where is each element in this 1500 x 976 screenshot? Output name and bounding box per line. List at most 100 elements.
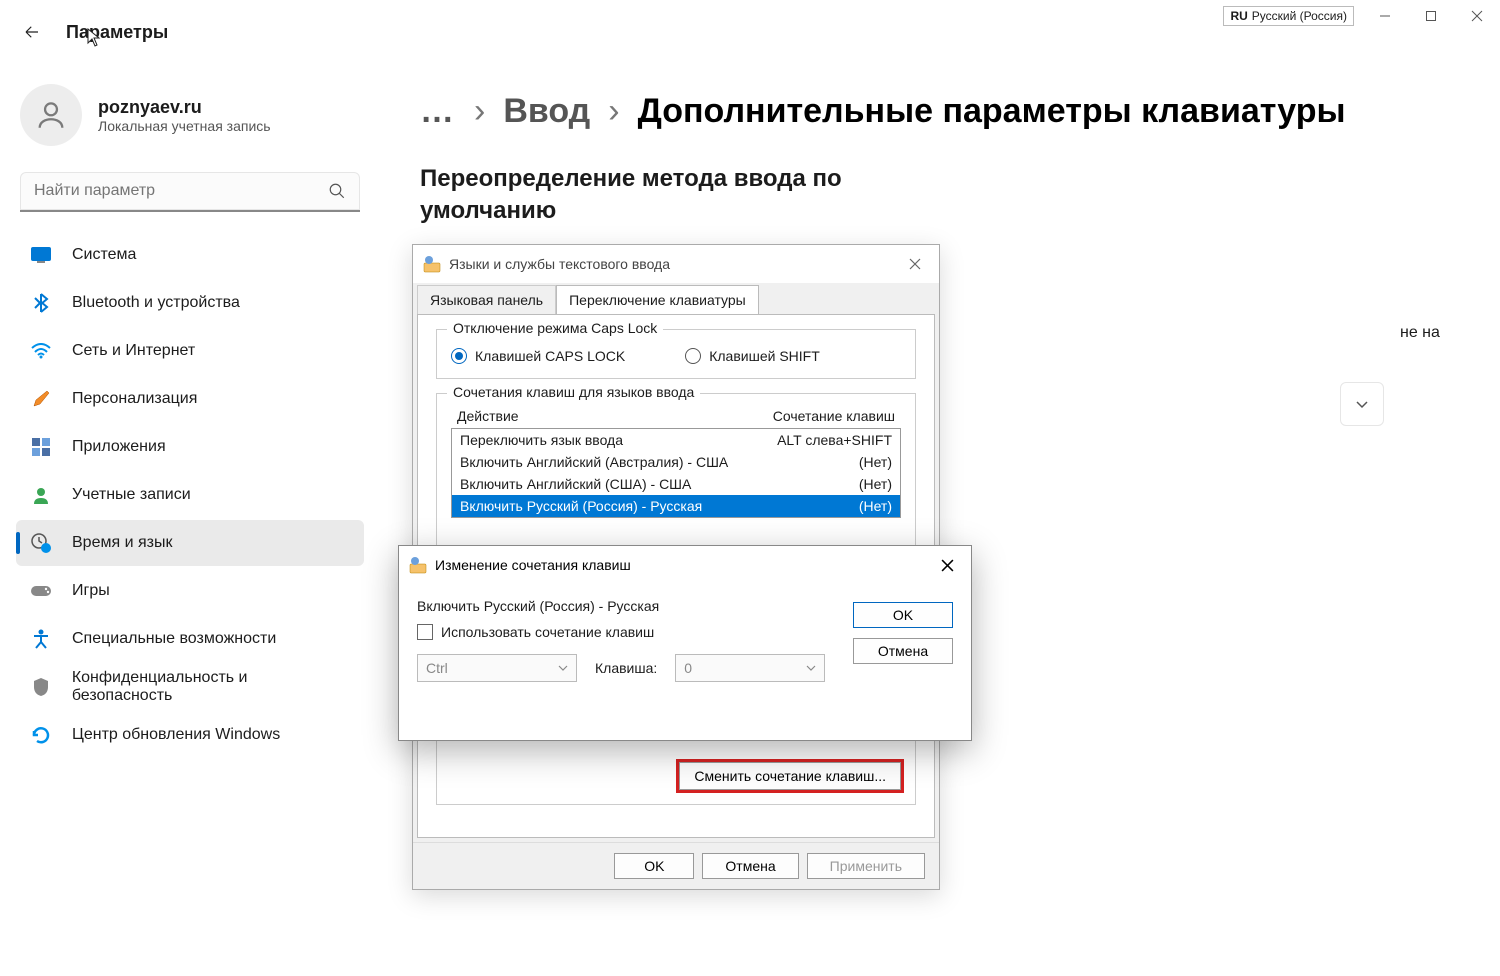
- chevron-right-icon: ›: [608, 92, 619, 131]
- nav-privacy[interactable]: Конфиденциальность и безопасность: [16, 664, 364, 710]
- combobox-value: Ctrl: [426, 660, 448, 676]
- row-action: Переключить язык ввода: [460, 432, 623, 448]
- nav-accounts[interactable]: Учетные записи: [16, 472, 364, 518]
- back-button[interactable]: [12, 12, 52, 52]
- keyboard-globe-icon: [409, 556, 427, 574]
- nav-label: Bluetooth и устройства: [72, 294, 240, 312]
- nav-system[interactable]: Система: [16, 232, 364, 278]
- dialog-footer: OK Отмена Применить: [413, 842, 939, 889]
- radio-unchecked-icon: [685, 348, 701, 364]
- row-keys: ALT слева+SHIFT: [777, 432, 892, 448]
- capslock-fieldset: Отключение режима Caps Lock Клавишей CAP…: [436, 329, 916, 379]
- table-row-selected[interactable]: Включить Русский (Россия) - Русская(Нет): [452, 495, 900, 517]
- minimize-button[interactable]: [1362, 0, 1408, 32]
- gamepad-icon: [30, 580, 52, 602]
- sidebar: poznyaev.ru Локальная учетная запись Сис…: [0, 64, 380, 976]
- app-title: Параметры: [66, 22, 168, 43]
- table-row[interactable]: Переключить язык ввода ALT слева+SHIFT: [452, 429, 900, 451]
- nav-time-language[interactable]: Время и язык: [16, 520, 364, 566]
- search-icon: [328, 182, 346, 200]
- nav-label: Время и язык: [72, 534, 172, 552]
- dialog-close-button[interactable]: [933, 551, 961, 579]
- background-text-fragment: не на: [1400, 324, 1440, 342]
- chevron-down-icon: [558, 663, 568, 673]
- arrow-left-icon: [23, 23, 41, 41]
- nav-label: Система: [72, 246, 136, 264]
- apply-button[interactable]: Применить: [807, 853, 925, 879]
- account-icon: [30, 484, 52, 506]
- person-icon: [34, 98, 68, 132]
- lang-name: Русский (Россия): [1252, 9, 1347, 23]
- tab-strip: Языковая панель Переключение клавиатуры: [413, 283, 939, 314]
- monitor-icon: [30, 244, 52, 266]
- row-keys: (Нет): [859, 476, 892, 492]
- radio-label: Клавишей CAPS LOCK: [475, 348, 625, 364]
- avatar: [20, 84, 82, 146]
- keyboard-globe-icon: [423, 255, 441, 273]
- nav-bluetooth[interactable]: Bluetooth и устройства: [16, 280, 364, 326]
- maximize-button[interactable]: [1408, 0, 1454, 32]
- chevron-down-icon: [806, 663, 816, 673]
- nav-gaming[interactable]: Игры: [16, 568, 364, 614]
- nav-apps[interactable]: Приложения: [16, 424, 364, 470]
- modifier-combobox[interactable]: Ctrl: [417, 654, 577, 682]
- update-icon: [30, 724, 52, 746]
- language-indicator[interactable]: RU Русский (Россия): [1223, 6, 1354, 26]
- section-title: Переопределение метода ввода по умолчани…: [420, 163, 940, 228]
- nav-label: Игры: [72, 582, 110, 600]
- fieldset-legend: Сочетания клавиш для языков ввода: [447, 384, 700, 400]
- cancel-button[interactable]: Отмена: [702, 853, 798, 879]
- fieldset-legend: Отключение режима Caps Lock: [447, 320, 663, 336]
- tab-keyboard-switching[interactable]: Переключение клавиатуры: [556, 285, 759, 314]
- dialog-titlebar: Изменение сочетания клавиш: [399, 546, 971, 584]
- radio-shift[interactable]: Клавишей SHIFT: [685, 348, 820, 364]
- nav-personalization[interactable]: Персонализация: [16, 376, 364, 422]
- clock-globe-icon: [30, 532, 52, 554]
- cancel-button[interactable]: Отмена: [853, 638, 953, 664]
- search-input[interactable]: [20, 172, 360, 212]
- key-combobox[interactable]: 0: [675, 654, 825, 682]
- nav-network[interactable]: Сеть и Интернет: [16, 328, 364, 374]
- hotkeys-table[interactable]: Переключить язык ввода ALT слева+SHIFT Вк…: [451, 428, 901, 518]
- ok-button[interactable]: OK: [614, 853, 694, 879]
- table-row[interactable]: Включить Английский (Австралия) - США(Не…: [452, 451, 900, 473]
- nav-windows-update[interactable]: Центр обновления Windows: [16, 712, 364, 758]
- dialog-close-button[interactable]: [901, 250, 929, 278]
- shield-icon: [30, 676, 52, 698]
- ok-button[interactable]: OK: [853, 602, 953, 628]
- lang-code: RU: [1230, 9, 1247, 23]
- nav-label: Учетные записи: [72, 486, 191, 504]
- nav-label: Центр обновления Windows: [72, 726, 280, 744]
- change-key-sequence-dialog: Изменение сочетания клавиш Включить Русс…: [398, 545, 972, 741]
- dialog-titlebar: Языки и службы текстового ввода: [413, 245, 939, 283]
- breadcrumb-more[interactable]: …: [420, 92, 456, 131]
- window-titlebar: RU Русский (Россия): [1223, 0, 1500, 32]
- breadcrumb-link[interactable]: Ввод: [503, 92, 590, 131]
- expand-button[interactable]: [1340, 382, 1384, 426]
- dialog-title: Языки и службы текстового ввода: [449, 256, 670, 272]
- nav-label: Конфиденциальность и безопасность: [72, 669, 350, 705]
- col-keys: Сочетание клавиш: [773, 408, 895, 424]
- nav-accessibility[interactable]: Специальные возможности: [16, 616, 364, 662]
- radio-capslock[interactable]: Клавишей CAPS LOCK: [451, 348, 625, 364]
- breadcrumb-current: Дополнительные параметры клавиатуры: [638, 92, 1346, 131]
- change-key-sequence-button[interactable]: Сменить сочетание клавиш...: [679, 762, 901, 790]
- nav-label: Приложения: [72, 438, 166, 456]
- close-icon: [941, 559, 954, 572]
- bluetooth-icon: [30, 292, 52, 314]
- user-profile[interactable]: poznyaev.ru Локальная учетная запись: [12, 76, 368, 164]
- nav-list: Система Bluetooth и устройства Сеть и Ин…: [12, 232, 368, 758]
- dialog-title: Изменение сочетания клавиш: [435, 557, 631, 573]
- cursor-icon: [87, 28, 103, 48]
- row-action: Включить Английский (Австралия) - США: [460, 454, 728, 470]
- chevron-down-icon: [1355, 397, 1369, 411]
- tab-language-bar[interactable]: Языковая панель: [417, 285, 556, 314]
- table-header: Действие Сочетание клавиш: [451, 404, 901, 428]
- key-label: Клавиша:: [595, 660, 657, 676]
- row-action: Включить Русский (Россия) - Русская: [460, 498, 702, 514]
- chevron-right-icon: ›: [474, 92, 485, 131]
- nav-label: Специальные возможности: [72, 630, 276, 648]
- window-close-button[interactable]: [1454, 0, 1500, 32]
- table-row[interactable]: Включить Английский (США) - США(Нет): [452, 473, 900, 495]
- close-icon: [909, 258, 921, 270]
